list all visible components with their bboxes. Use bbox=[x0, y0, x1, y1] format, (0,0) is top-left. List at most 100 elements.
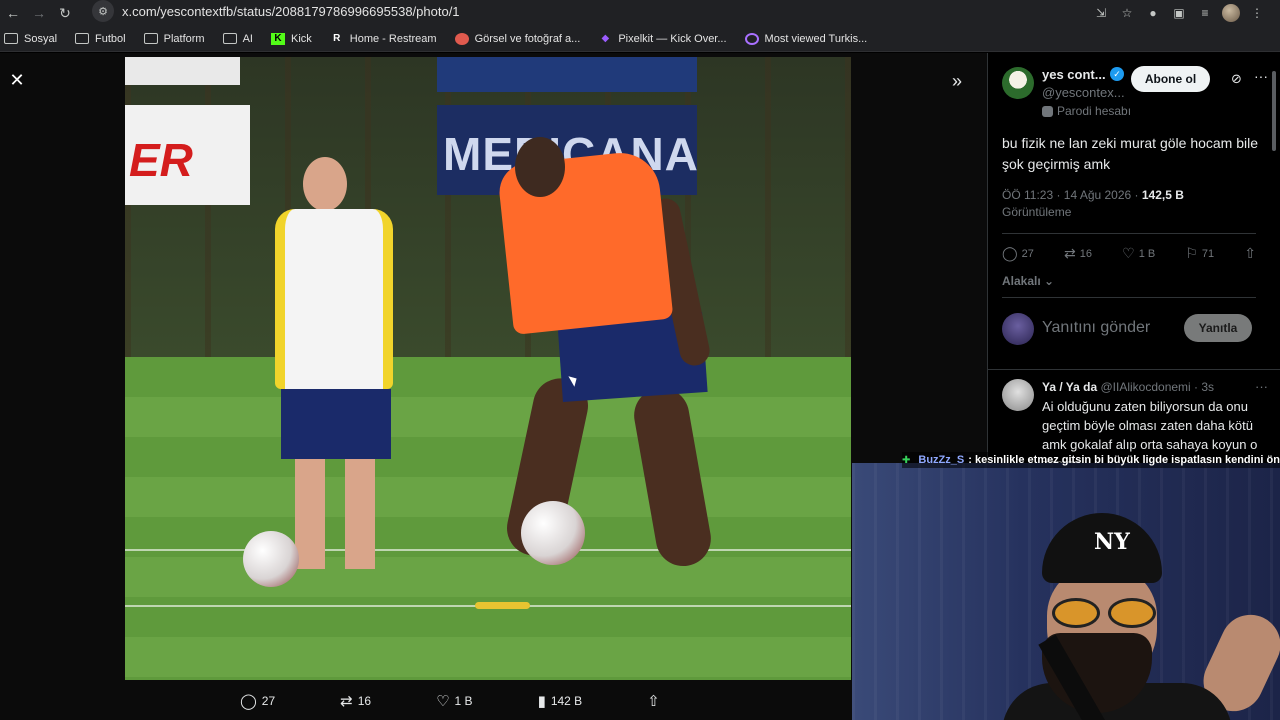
grok-icon[interactable]: ⊘ bbox=[1231, 71, 1242, 87]
bookmark-label: Most viewed Turkis... bbox=[764, 32, 868, 45]
reply-author[interactable]: Ya / Ya da @IIAlikocdonemi · 3s bbox=[1042, 380, 1214, 394]
ad-banner-red-logo: ER bbox=[125, 105, 250, 205]
photo-viewer: ✕ ER MEDICANA » ◯ 27 ⇄ 16 ♡ 1 B ▮ 142 B ⇧ bbox=[0, 53, 987, 720]
repost-count: 16 bbox=[357, 694, 372, 708]
sub-badge-icon: ✚ bbox=[902, 454, 911, 466]
reply-icon: ◯ bbox=[240, 693, 257, 710]
folder-icon bbox=[75, 33, 90, 44]
ad-banner bbox=[125, 57, 240, 85]
tweet-views-count: 142,5 B bbox=[1141, 188, 1184, 202]
webcam-overlay: NY bbox=[852, 463, 1280, 720]
bookmark-platform[interactable]: Platform bbox=[143, 32, 205, 45]
divider bbox=[988, 369, 1280, 370]
install-app-icon[interactable]: ⇲ bbox=[1092, 4, 1110, 22]
bookmark-restream[interactable]: R Home - Restream bbox=[330, 33, 436, 45]
author-avatar[interactable] bbox=[1002, 67, 1034, 99]
folder-icon bbox=[4, 33, 18, 44]
like-button[interactable]: ♡ 1 B bbox=[436, 692, 472, 710]
chat-username: BuzZz_S bbox=[918, 454, 965, 466]
reply-composer: Yanıtını gönder Yanıtla bbox=[1002, 311, 1264, 347]
bookmark-ai[interactable]: AI bbox=[222, 32, 253, 45]
restream-icon: R bbox=[333, 33, 341, 44]
bookmark-label: Görsel ve fotoğraf a... bbox=[474, 32, 581, 45]
close-icon[interactable]: ✕ bbox=[8, 70, 26, 90]
repost-icon: ⇄ bbox=[340, 693, 353, 710]
reply-author-avatar[interactable] bbox=[1002, 379, 1034, 411]
tweet-photo[interactable]: ER MEDICANA bbox=[125, 57, 851, 680]
chevron-down-icon: ⌄ bbox=[1040, 274, 1055, 288]
scrollbar[interactable] bbox=[1272, 71, 1276, 151]
reply-button[interactable]: ◯ 27 bbox=[1002, 245, 1034, 262]
author-handle[interactable]: @yescontex... bbox=[1042, 85, 1125, 100]
more-options-icon[interactable]: ··· bbox=[1255, 379, 1268, 394]
url-text[interactable]: x.com/yescontextfb/status/20881797869966… bbox=[122, 4, 460, 19]
tweet-meta: ÖÖ 11:23 · 14 Ağu 2026 · 142,5 B Görüntü… bbox=[1002, 187, 1267, 221]
more-options-icon[interactable]: ··· bbox=[1254, 68, 1268, 84]
reply-button[interactable]: ◯ 27 bbox=[240, 692, 275, 710]
bookmark-most-viewed[interactable]: Most viewed Turkis... bbox=[744, 32, 868, 45]
parody-label: Parodi hesabı bbox=[1042, 104, 1131, 118]
tweet-timestamp[interactable]: ÖÖ 11:23 · 14 Ağu 2026 · bbox=[1002, 188, 1142, 202]
menu-kebab-icon[interactable]: ⋮ bbox=[1248, 4, 1266, 22]
bookmark-label: Platform bbox=[163, 32, 205, 45]
twitch-icon bbox=[744, 32, 759, 45]
bookmark-futbol[interactable]: Futbol bbox=[75, 33, 126, 45]
bookmark-sosyal[interactable]: Sosyal bbox=[4, 33, 57, 45]
repost-button[interactable]: ⇄ 16 bbox=[1064, 245, 1092, 262]
site-info-icon[interactable]: ⚙ bbox=[92, 0, 114, 22]
back-icon[interactable]: ← bbox=[0, 0, 26, 26]
parody-text: Parodi hesabı bbox=[1057, 104, 1132, 118]
share-button[interactable]: ⇧ bbox=[1244, 245, 1256, 262]
bookmark-label: Pixelkit — Kick Over... bbox=[618, 32, 727, 45]
ad-banner-blue bbox=[437, 57, 697, 92]
extensions-puzzle-icon[interactable]: ▣ bbox=[1170, 4, 1188, 22]
analytics-icon: ▮ bbox=[537, 693, 546, 710]
reply-submit-button[interactable]: Yanıtla bbox=[1184, 314, 1252, 342]
share-icon: ⇧ bbox=[1244, 245, 1256, 261]
bookmark-pixelkit[interactable]: ◆ Pixelkit — Kick Over... bbox=[598, 33, 726, 45]
reading-list-icon[interactable]: ≡ bbox=[1196, 4, 1214, 22]
training-cone bbox=[475, 602, 530, 609]
extension-icon[interactable]: ● bbox=[1144, 4, 1162, 22]
forward-icon[interactable]: → bbox=[26, 0, 52, 26]
repost-button[interactable]: ⇄ 16 bbox=[340, 692, 371, 710]
tweet-actions: ◯ 27 ⇄ 16 ♡ 1 B ⚐ 71 ⇧ bbox=[1002, 245, 1256, 262]
share-button[interactable]: ⇧ bbox=[647, 692, 660, 710]
author-name[interactable]: yes cont... bbox=[1042, 67, 1106, 82]
reply-author-name[interactable]: Ya / Ya da bbox=[1042, 380, 1097, 394]
views-button[interactable]: ▮ 142 B bbox=[538, 692, 583, 710]
reply-icon: ◯ bbox=[1002, 245, 1018, 261]
bookmark-kick[interactable]: K Kick bbox=[270, 32, 312, 45]
sort-dropdown[interactable]: Alakalı ⌄ bbox=[1002, 274, 1054, 288]
expand-panel-chevron-icon[interactable]: » bbox=[952, 71, 962, 92]
browser-actions: ⇲ ☆ ● ▣ ≡ ⋮ bbox=[1092, 0, 1280, 26]
divider bbox=[1002, 233, 1256, 234]
cap-logo: NY bbox=[1094, 529, 1130, 555]
share-icon: ⇧ bbox=[647, 693, 660, 710]
streamer-figure: NY bbox=[1002, 513, 1232, 720]
bookmark-label: AI bbox=[242, 32, 253, 45]
address-bar[interactable]: ⚙ x.com/yescontextfb/status/208817978699… bbox=[92, 0, 1027, 22]
user-avatar bbox=[1002, 313, 1034, 345]
reply-count: 27 bbox=[261, 694, 276, 708]
follow-button[interactable]: Abone ol bbox=[1131, 66, 1210, 92]
profile-avatar[interactable] bbox=[1222, 4, 1240, 22]
folder-icon bbox=[222, 33, 237, 44]
reply-author-handle[interactable]: @IIAlikocdonemi · 3s bbox=[1101, 380, 1215, 394]
tweet-text: bu fizik ne lan zeki murat göle hocam bi… bbox=[1002, 135, 1259, 172]
like-button[interactable]: ♡ 1 B bbox=[1122, 245, 1155, 262]
bookmark-count: 71 bbox=[1201, 247, 1215, 260]
chat-text: : kesinlikle etmez gitsin bi büyük ligde… bbox=[968, 454, 1280, 466]
bookmark-gorsel[interactable]: Görsel ve fotoğraf a... bbox=[454, 32, 581, 45]
coach-figure bbox=[265, 157, 415, 587]
bookmark-label: Futbol bbox=[95, 32, 126, 45]
pixelkit-icon: ◆ bbox=[601, 33, 610, 44]
reload-icon[interactable]: ↻ bbox=[52, 0, 78, 26]
ball-left bbox=[243, 531, 299, 587]
heart-icon: ♡ bbox=[1122, 245, 1135, 261]
bookmark-star-icon[interactable]: ☆ bbox=[1118, 4, 1136, 22]
bookmark-button[interactable]: ⚐ 71 bbox=[1185, 245, 1214, 262]
bookmark-icon: ⚐ bbox=[1185, 245, 1198, 261]
reply-input[interactable]: Yanıtını gönder bbox=[1042, 319, 1150, 337]
views-count: 142 B bbox=[550, 694, 583, 708]
